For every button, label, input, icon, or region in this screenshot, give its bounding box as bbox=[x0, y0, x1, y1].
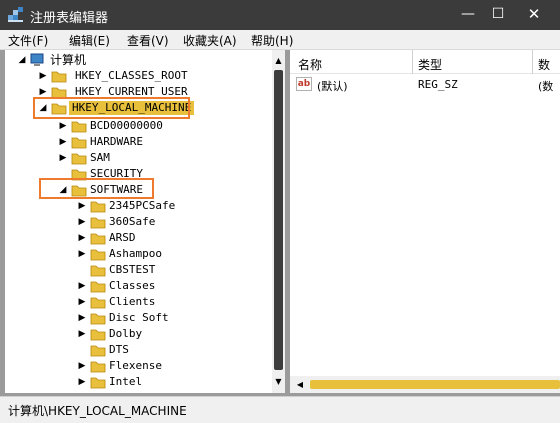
menu-favorites[interactable]: 收藏夹(A) bbox=[183, 32, 237, 49]
tree-item-label: 360Safe bbox=[109, 215, 156, 228]
scroll-up-icon[interactable]: ▲ bbox=[272, 54, 285, 68]
column-separator[interactable] bbox=[532, 50, 533, 74]
folder-icon bbox=[90, 313, 106, 325]
tree-vertical-scrollbar[interactable]: ▲ ▼ bbox=[272, 50, 285, 393]
tree-item-label: DTS bbox=[109, 343, 129, 356]
value-type: REG_SZ bbox=[418, 78, 458, 91]
tree-item-label: Classes bbox=[109, 279, 156, 292]
expand-arrow-icon[interactable]: ▶ bbox=[77, 296, 87, 308]
tree-item-label: BCD00000000 bbox=[90, 119, 163, 132]
column-header-data[interactable]: 数 bbox=[538, 56, 550, 73]
maximize-button[interactable]: ☐ bbox=[485, 4, 511, 24]
menu-bar: 文件(F) 编辑(E) 查看(V) 收藏夹(A) 帮助(H) bbox=[0, 30, 560, 50]
expand-arrow-icon[interactable]: ▶ bbox=[77, 280, 87, 292]
highlight-box-hklm bbox=[33, 97, 190, 119]
tree-item-label: SAM bbox=[90, 151, 110, 164]
folder-icon bbox=[90, 329, 106, 341]
expand-arrow-icon[interactable]: ▶ bbox=[77, 360, 87, 372]
tree-item-label: Dolby bbox=[109, 327, 143, 340]
expand-arrow-icon[interactable]: ▶ bbox=[58, 152, 68, 164]
column-separator[interactable] bbox=[412, 50, 413, 74]
value-data: (数 bbox=[538, 80, 554, 93]
status-bar: 计算机\HKEY_LOCAL_MACHINE bbox=[0, 396, 560, 423]
expand-arrow-icon[interactable]: ▶ bbox=[77, 200, 87, 212]
registry-editor-window: 注册表编辑器 — ☐ ✕ 文件(F) 编辑(E) 查看(V) 收藏夹(A) 帮助… bbox=[0, 0, 560, 423]
menu-edit[interactable]: 编辑(E) bbox=[69, 32, 110, 49]
tree-item-label: ARSD bbox=[109, 231, 136, 244]
expand-arrow-icon[interactable]: ▶ bbox=[77, 216, 87, 228]
folder-icon bbox=[71, 153, 87, 165]
tree-item-label: HKEY_CLASSES_ROOT bbox=[75, 69, 188, 82]
folder-icon bbox=[90, 201, 106, 213]
folder-icon bbox=[90, 249, 106, 261]
window-title: 注册表编辑器 bbox=[30, 11, 109, 26]
collapse-arrow-icon[interactable]: ◢ bbox=[17, 54, 27, 66]
column-header-name[interactable]: 名称 bbox=[298, 56, 322, 73]
scrollbar-thumb[interactable] bbox=[310, 380, 560, 389]
folder-icon bbox=[51, 71, 67, 83]
tree-item-label: HARDWARE bbox=[90, 135, 143, 148]
expand-arrow-icon[interactable]: ▶ bbox=[77, 376, 87, 388]
title-bar[interactable]: 注册表编辑器 — ☐ ✕ bbox=[0, 0, 560, 30]
scrollbar-thumb[interactable] bbox=[274, 70, 283, 370]
expand-arrow-icon[interactable]: ▶ bbox=[77, 328, 87, 340]
tree-item-label: Flexense bbox=[109, 359, 162, 372]
folder-icon bbox=[90, 297, 106, 309]
registry-editor-icon bbox=[8, 7, 23, 22]
expand-arrow-icon[interactable]: ▶ bbox=[58, 120, 68, 132]
menu-help[interactable]: 帮助(H) bbox=[251, 32, 293, 49]
expand-arrow-icon[interactable]: ▶ bbox=[77, 232, 87, 244]
close-button[interactable]: ✕ bbox=[516, 4, 552, 24]
folder-icon bbox=[71, 121, 87, 133]
list-header: 名称 类型 数 bbox=[290, 50, 560, 74]
values-list[interactable]: 名称 类型 数 ab (默认) REG_SZ (数 ◀ bbox=[290, 50, 560, 393]
string-value-icon: ab bbox=[296, 77, 312, 91]
expand-arrow-icon[interactable]: ▶ bbox=[38, 70, 48, 82]
expand-arrow-icon[interactable]: ▶ bbox=[77, 312, 87, 324]
tree-item-label: Ashampoo bbox=[109, 247, 162, 260]
computer-icon bbox=[30, 53, 44, 66]
folder-icon bbox=[90, 345, 106, 357]
folder-icon bbox=[90, 265, 106, 277]
menu-file[interactable]: 文件(F) bbox=[8, 32, 48, 49]
expand-arrow-icon[interactable]: ▶ bbox=[58, 136, 68, 148]
tree-item-label: Clients bbox=[109, 295, 156, 308]
column-header-type[interactable]: 类型 bbox=[418, 56, 442, 73]
status-path: 计算机\HKEY_LOCAL_MACHINE bbox=[8, 404, 187, 418]
registry-tree[interactable]: ◢ 计算机 ▶ HKEY_CLASSES_ROOT ▶ HKEY_CURRENT… bbox=[5, 50, 285, 393]
value-name: (默认) bbox=[317, 80, 348, 93]
tree-item-label: Intel bbox=[109, 375, 143, 388]
folder-icon bbox=[90, 377, 106, 389]
tree-item-label: Disc Soft bbox=[109, 311, 169, 324]
folder-icon bbox=[90, 233, 106, 245]
list-item[interactable]: ab (默认) REG_SZ (数 bbox=[290, 75, 560, 93]
tree-item-label: CBSTEST bbox=[109, 263, 156, 276]
expand-arrow-icon[interactable]: ▶ bbox=[77, 248, 87, 260]
scroll-left-icon[interactable]: ◀ bbox=[294, 378, 306, 391]
tree-item-label: 2345PCSafe bbox=[109, 199, 176, 212]
panes-container: ◢ 计算机 ▶ HKEY_CLASSES_ROOT ▶ HKEY_CURRENT… bbox=[0, 50, 560, 396]
highlight-box-software bbox=[39, 178, 154, 199]
folder-icon bbox=[90, 217, 106, 229]
folder-icon bbox=[90, 361, 106, 373]
menu-view[interactable]: 查看(V) bbox=[127, 32, 169, 49]
folder-icon bbox=[90, 281, 106, 293]
folder-icon bbox=[71, 137, 87, 149]
list-horizontal-scrollbar[interactable]: ◀ bbox=[290, 376, 560, 393]
tree-item-label: 计算机 bbox=[50, 53, 87, 67]
minimize-button[interactable]: — bbox=[455, 4, 481, 24]
scroll-down-icon[interactable]: ▼ bbox=[272, 375, 285, 389]
